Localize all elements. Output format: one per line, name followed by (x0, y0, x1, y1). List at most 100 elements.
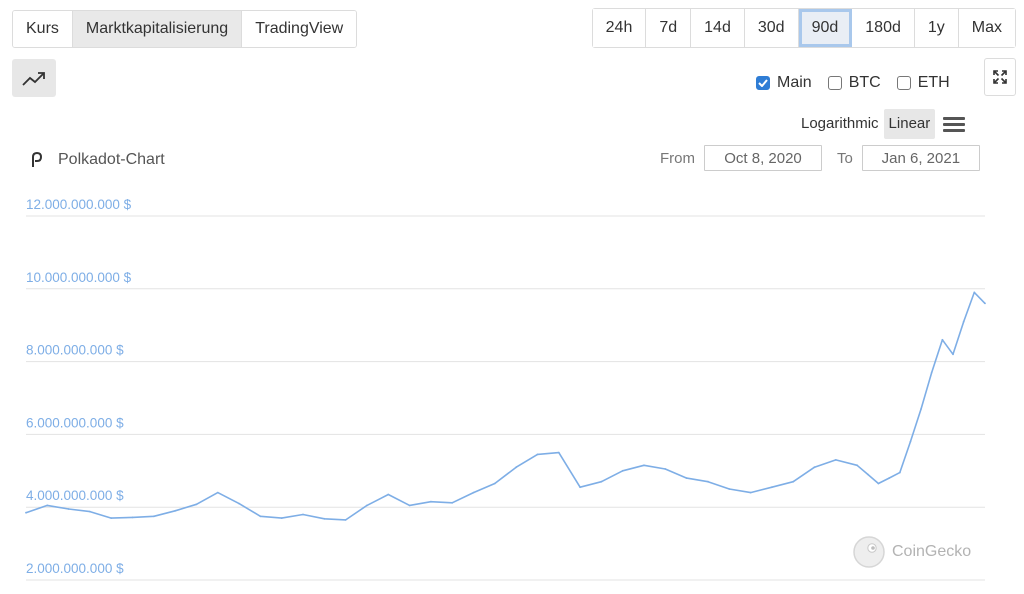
data-point (451, 501, 454, 504)
checkbox-icon (827, 76, 842, 90)
eth-checkbox[interactable]: ETH (896, 74, 950, 92)
data-point (174, 509, 177, 512)
coingecko-logo-icon (853, 536, 885, 568)
data-point (941, 338, 944, 341)
data-point (216, 491, 219, 494)
data-point (792, 480, 795, 483)
btc-checkbox[interactable]: BTC (827, 74, 881, 92)
tab-kurs[interactable]: Kurs (13, 11, 73, 47)
tab-marktkapitalisierung[interactable]: Marktkapitalisierung (72, 11, 243, 47)
chart-title-text: Polkadot-Chart (58, 151, 165, 168)
data-point (866, 473, 869, 476)
data-point (984, 302, 986, 305)
data-point (259, 515, 262, 518)
data-point (643, 464, 645, 467)
data-point (707, 480, 709, 483)
date-range: From To (660, 145, 980, 171)
scale-selector: Logarithmic Linear (796, 109, 966, 139)
main-checkbox[interactable]: Main (756, 74, 812, 92)
range-180d[interactable]: 180d (852, 9, 915, 47)
line-chart-toggle-button[interactable] (12, 59, 56, 97)
data-point (834, 459, 837, 461)
market-cap-series-line (25, 291, 986, 521)
fullscreen-button[interactable] (984, 58, 1016, 96)
data-point (664, 468, 667, 470)
eth-checkbox-label: ETH (917, 74, 950, 91)
data-point (898, 471, 901, 474)
data-point (493, 482, 496, 485)
main-checkbox-label: Main (777, 74, 812, 91)
trend-line-icon (22, 72, 45, 86)
y-tick-label: 12.000.000.000 $ (26, 197, 132, 212)
data-point (813, 466, 816, 469)
y-tick-label: 8.000.000.000 $ (26, 343, 124, 358)
data-point (344, 519, 347, 521)
range-7d[interactable]: 7d (646, 9, 692, 47)
data-point (110, 517, 113, 519)
data-point (472, 491, 475, 494)
market-cap-chart: 2.000.000.000 $ 4.000.000.000 $ 6.000.000.… (25, 197, 986, 581)
data-point (685, 477, 688, 479)
data-point (302, 513, 304, 516)
y-tick-label: 2.000.000.000 $ (26, 561, 124, 576)
data-point (877, 482, 880, 485)
range-14d[interactable]: 14d (691, 9, 745, 47)
data-point (430, 500, 432, 503)
data-point (621, 469, 624, 472)
data-point (909, 440, 912, 443)
to-date-input[interactable] (861, 145, 980, 171)
data-point (930, 371, 933, 374)
data-point (579, 486, 581, 489)
compare-options: Main BTC ETH (756, 74, 966, 92)
y-tick-label: 4.000.000.000 $ (26, 488, 124, 503)
data-point (771, 486, 773, 489)
data-point (728, 488, 731, 490)
range-1y[interactable]: 1y (914, 9, 959, 47)
data-point (749, 491, 752, 494)
range-max[interactable]: Max (958, 9, 1015, 47)
checkbox-checked-icon (756, 76, 770, 90)
polkadot-logo-icon (32, 152, 42, 167)
checkbox-icon (896, 76, 911, 90)
coingecko-watermark: CoinGecko (852, 535, 971, 569)
y-tick-label: 10.000.000.000 $ (26, 270, 132, 285)
time-range-selector: 24h 7d 14d 30d 90d 180d 1y Max (591, 8, 1016, 48)
data-point (366, 504, 368, 507)
tab-tradingview[interactable]: TradingView (242, 11, 357, 47)
data-point (973, 291, 976, 294)
to-label: To (837, 149, 853, 167)
range-30d[interactable]: 30d (744, 9, 799, 47)
data-point (89, 510, 91, 513)
data-point (387, 493, 390, 496)
from-date-input[interactable] (704, 145, 822, 171)
hamburger-menu-icon[interactable] (943, 116, 966, 132)
data-point (515, 466, 518, 469)
range-24h[interactable]: 24h (592, 9, 647, 47)
data-point (888, 477, 890, 479)
data-point (280, 517, 283, 519)
data-point (67, 508, 70, 510)
data-point (856, 464, 858, 467)
scale-logarithmic-button[interactable]: Logarithmic (796, 109, 884, 139)
data-point (962, 320, 965, 323)
btc-checkbox-label: BTC (848, 74, 881, 91)
data-point (952, 353, 954, 356)
data-point (46, 504, 49, 507)
range-90d[interactable]: 90d (798, 9, 853, 47)
data-point (408, 504, 411, 507)
data-point (600, 480, 603, 483)
data-point (195, 503, 198, 506)
data-point (557, 451, 560, 454)
scale-linear-button[interactable]: Linear (883, 109, 936, 139)
data-point (131, 516, 134, 519)
data-point (323, 517, 326, 520)
expand-icon (993, 70, 1007, 84)
data-point (153, 515, 155, 518)
data-point (25, 511, 27, 514)
watermark-text: CoinGecko (892, 543, 972, 560)
from-label: From (660, 149, 695, 167)
view-tabs: Kurs Marktkapitalisierung TradingView (12, 10, 358, 48)
data-point (920, 408, 922, 410)
data-point (536, 453, 539, 456)
chart-title: Polkadot-Chart (30, 151, 165, 169)
